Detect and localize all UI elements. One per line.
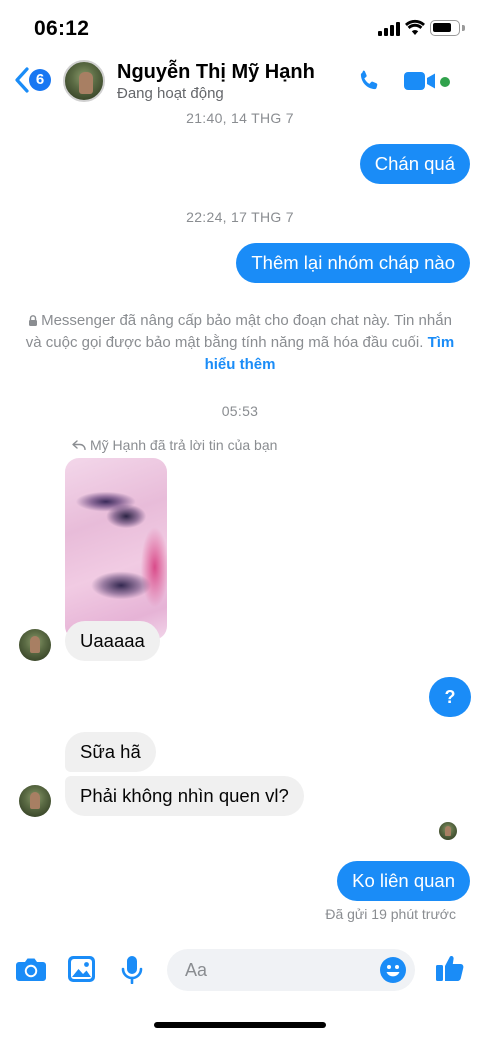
camera-icon[interactable] xyxy=(16,956,46,982)
reply-arrow-icon xyxy=(72,440,86,450)
gallery-icon[interactable] xyxy=(68,956,95,982)
message-composer xyxy=(0,944,480,996)
incoming-message[interactable]: Uaaaaa xyxy=(65,621,160,661)
outgoing-message[interactable]: ? xyxy=(429,677,471,717)
lock-icon xyxy=(29,315,38,326)
incoming-message[interactable]: Sữa hã xyxy=(65,732,156,772)
battery-icon xyxy=(430,20,460,36)
thumbs-up-icon[interactable] xyxy=(436,954,464,982)
timestamp: 22:24, 17 THG 7 xyxy=(186,209,294,225)
outgoing-message[interactable]: Chán quá xyxy=(359,144,470,184)
replied-photo[interactable] xyxy=(65,458,167,640)
contact-avatar-small[interactable] xyxy=(19,629,51,661)
contact-name[interactable]: Nguyễn Thị Mỹ Hạnh xyxy=(117,61,315,84)
incoming-message[interactable]: Phải không nhìn quen vl? xyxy=(65,776,304,816)
status-bar: 06:12 xyxy=(0,0,480,52)
battery-cap xyxy=(462,25,465,31)
encryption-notice-text: Messenger đã nâng cấp bảo mật cho đoạn c… xyxy=(25,312,452,351)
message-input[interactable] xyxy=(185,957,365,983)
outgoing-message[interactable]: Ko liên quan xyxy=(337,861,470,901)
timestamp: 21:40, 14 THG 7 xyxy=(186,110,294,126)
phone-icon[interactable] xyxy=(356,68,382,94)
active-status-dot xyxy=(440,77,450,87)
encryption-notice: Messenger đã nâng cấp bảo mật cho đoạn c… xyxy=(20,310,460,376)
message-input-box[interactable] xyxy=(167,949,415,991)
contact-avatar[interactable] xyxy=(63,60,105,102)
emoji-icon[interactable] xyxy=(380,957,406,983)
video-camera-icon[interactable] xyxy=(404,71,436,91)
contact-status: Đang hoạt động xyxy=(117,85,224,102)
unread-count-badge[interactable]: 6 xyxy=(29,69,51,91)
signal-icon xyxy=(378,22,402,36)
timestamp: 05:53 xyxy=(221,403,259,419)
sent-status: Đã gửi 19 phút trước xyxy=(325,906,456,922)
back-chevron-icon[interactable] xyxy=(14,66,30,94)
chat-header: 6 Nguyễn Thị Mỹ Hạnh Đang hoạt động xyxy=(0,52,480,108)
reply-note: Mỹ Hạnh đã trả lời tin của bạn xyxy=(72,437,277,453)
microphone-icon[interactable] xyxy=(121,956,143,984)
status-time: 06:12 xyxy=(34,17,90,40)
home-indicator[interactable] xyxy=(154,1022,326,1028)
contact-avatar-small[interactable] xyxy=(19,785,51,817)
reply-note-text: Mỹ Hạnh đã trả lời tin của bạn xyxy=(90,437,278,453)
outgoing-message[interactable]: Thêm lại nhóm cháp nào xyxy=(236,243,470,283)
wifi-icon xyxy=(405,19,425,35)
seen-avatar xyxy=(439,822,457,840)
